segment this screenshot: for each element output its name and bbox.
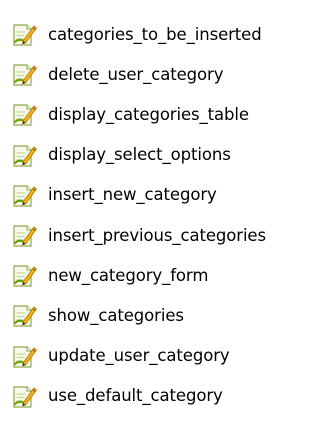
file-item[interactable]: insert_new_category (10, 175, 266, 215)
file-item[interactable]: new_category_form (10, 255, 266, 295)
file-item[interactable]: update_user_category (10, 336, 266, 376)
file-item[interactable]: use_default_category (10, 376, 266, 416)
file-item[interactable]: delete_user_category (10, 54, 266, 94)
file-label: display_categories_table (48, 104, 249, 124)
script-file-edit-icon (12, 305, 38, 328)
file-label: new_category_form (48, 265, 209, 285)
file-label: delete_user_category (48, 64, 224, 84)
file-label: categories_to_be_inserted (48, 24, 262, 44)
file-label: use_default_category (48, 386, 223, 406)
script-file-edit-icon (12, 224, 38, 248)
file-item[interactable]: display_categories_table (10, 94, 266, 134)
file-label: update_user_category (48, 346, 230, 366)
script-file-edit-icon (12, 144, 38, 167)
script-file-edit-icon (12, 23, 38, 47)
file-label: display_select_options (48, 145, 231, 165)
script-file-edit-icon (12, 345, 38, 368)
file-label: show_categories (48, 305, 184, 325)
script-file-edit-icon (12, 385, 38, 408)
file-item[interactable]: show_categories (10, 295, 266, 335)
file-label: insert_previous_categories (48, 225, 266, 245)
file-label: insert_new_category (48, 185, 217, 205)
script-file-edit-icon (12, 265, 38, 288)
script-file-edit-icon (12, 184, 38, 207)
file-item[interactable]: insert_previous_categories (10, 215, 266, 255)
file-item[interactable]: categories_to_be_inserted (10, 14, 266, 54)
script-file-edit-icon (12, 64, 38, 87)
script-file-edit-icon (12, 104, 38, 127)
file-item[interactable]: display_select_options (10, 135, 266, 175)
file-list: categories_to_be_inserted delete_user_ca… (10, 14, 266, 416)
